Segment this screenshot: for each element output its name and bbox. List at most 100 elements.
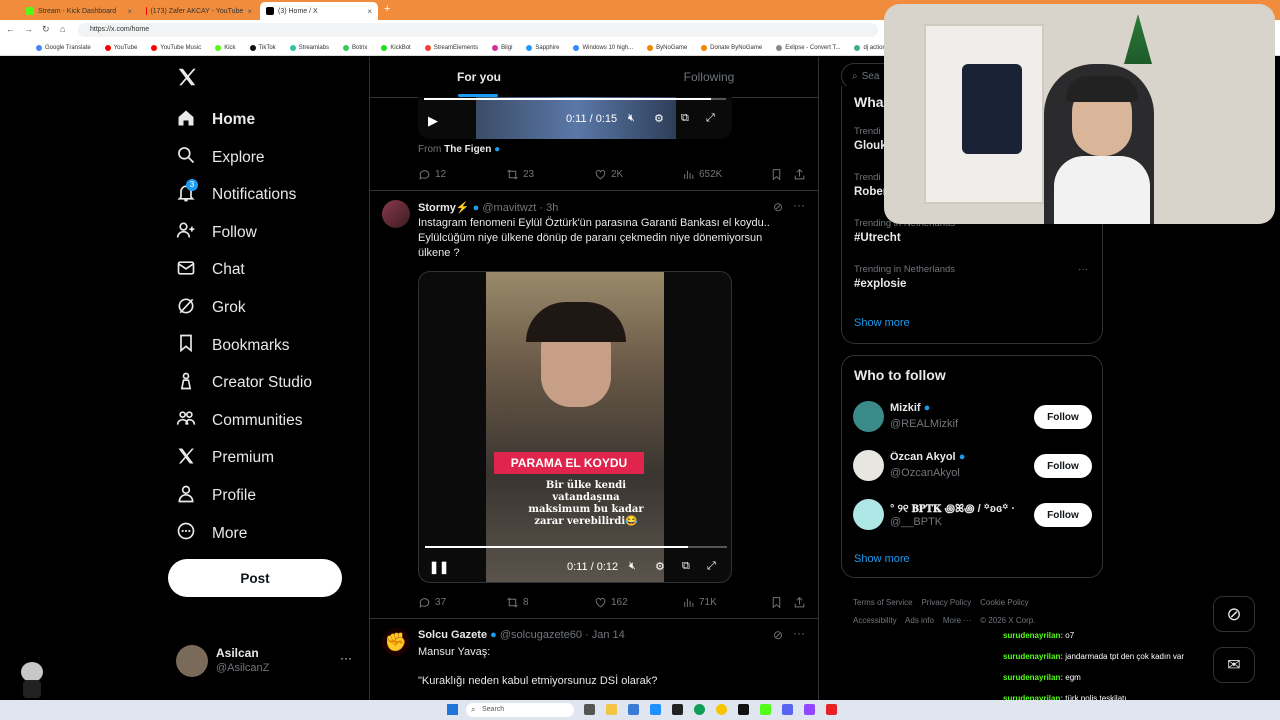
nav-item-premium[interactable]: Premium: [176, 443, 274, 473]
settings-icon[interactable]: ⚙︎: [654, 112, 664, 125]
forward-icon[interactable]: →: [24, 24, 33, 34]
reply-button[interactable]: 37: [418, 596, 446, 609]
prev-video-player[interactable]: ▶ 0:11 / 0:15 🔇︎ ⚙︎ ⧉ ⤢: [418, 97, 732, 139]
account-switcher[interactable]: Asilcan @AsilcanZ ···: [176, 643, 356, 679]
file-explorer-icon[interactable]: [606, 704, 617, 715]
reply-button[interactable]: 12: [418, 168, 446, 181]
discord-icon[interactable]: [782, 704, 793, 715]
post-author-handle[interactable]: @solcugazete60: [500, 629, 582, 641]
reload-icon[interactable]: ↻: [42, 24, 50, 35]
nav-item-grok[interactable]: Grok: [176, 293, 246, 323]
bookmark-item[interactable]: TikTok: [249, 44, 276, 51]
x-app-icon[interactable]: [738, 704, 749, 715]
bookmark-item[interactable]: Google Translate: [36, 44, 91, 51]
trend-more-icon[interactable]: ···: [1078, 264, 1088, 275]
bookmark-item[interactable]: Sapphire: [526, 44, 559, 51]
browser-tab-youtube[interactable]: (173) Zafer AKCAY - YouTube ×: [140, 2, 258, 20]
mute-icon[interactable]: 🔇︎: [628, 112, 635, 125]
share-button[interactable]: [793, 168, 806, 181]
nav-item-chat[interactable]: Chat: [176, 255, 245, 285]
pause-icon[interactable]: ❚❚: [429, 560, 449, 574]
pip-icon[interactable]: ⧉: [682, 560, 690, 573]
post-time[interactable]: · 3h: [539, 202, 558, 214]
like-button[interactable]: 162: [594, 596, 628, 609]
close-tab-icon[interactable]: ×: [127, 7, 132, 16]
pip-icon[interactable]: ⧉: [681, 112, 689, 125]
browser-tab-x[interactable]: (3) Home / X ×: [260, 2, 378, 20]
like-button[interactable]: 2K: [594, 168, 623, 181]
more-dots-icon[interactable]: ···: [340, 651, 352, 665]
views-button[interactable]: 652K: [682, 168, 722, 181]
app-icon[interactable]: [804, 704, 815, 715]
footer-link-accessibility[interactable]: Accessibility: [853, 616, 897, 625]
fullscreen-icon[interactable]: ⤢: [706, 112, 715, 125]
views-button[interactable]: 71K: [682, 596, 717, 609]
obs-icon[interactable]: [826, 704, 837, 715]
trend-item[interactable]: Trending in Netherlands#Utrecht···: [854, 218, 1092, 258]
footer-link-privacy[interactable]: Privacy Policy: [921, 598, 971, 607]
trends-show-more[interactable]: Show more: [854, 317, 910, 329]
follow-button[interactable]: Follow: [1034, 405, 1092, 429]
bookmark-item[interactable]: Donate ByNoGame: [701, 44, 762, 51]
post-button[interactable]: Post: [168, 559, 342, 597]
avatar[interactable]: [382, 200, 410, 228]
nav-item-follow[interactable]: Follow: [176, 218, 257, 248]
post-author-handle[interactable]: @mavitwzt: [482, 202, 536, 214]
follow-button[interactable]: Follow: [1034, 454, 1092, 478]
bookmark-item[interactable]: Windows 10 high...: [573, 44, 633, 51]
kick-app-icon[interactable]: [760, 704, 771, 715]
post-more-icon[interactable]: ···: [793, 626, 805, 640]
bookmark-button[interactable]: [770, 168, 783, 181]
bookmark-item[interactable]: Exlipse - Convert T...: [776, 44, 840, 51]
bookmark-item[interactable]: ByNoGame: [647, 44, 687, 51]
new-tab-icon[interactable]: +: [384, 3, 390, 15]
bookmark-item[interactable]: Streamlabs: [289, 44, 329, 51]
bookmark-item[interactable]: Bilgi: [492, 44, 512, 51]
footer-link-terms[interactable]: Terms of Service: [853, 598, 913, 607]
nav-item-more[interactable]: More: [176, 519, 247, 549]
bookmark-item[interactable]: YouTube: [104, 44, 137, 51]
follow-suggestion[interactable]: ° ୨୧ 𝐁𝐏𝐓𝐊 ꩜ꕤ꩜ / ꙳ʚ⁠ɞ꙳ · @__BPTK Follow: [842, 496, 1104, 536]
follow-suggestion[interactable]: Mizkif ● @REALMizkif Follow: [842, 398, 1104, 438]
fullscreen-icon[interactable]: ⤢: [707, 560, 716, 573]
from-name[interactable]: The Figen: [444, 144, 491, 155]
grok-float-icon[interactable]: ⊘: [1213, 596, 1255, 632]
app-icon[interactable]: [650, 704, 661, 715]
windows-start-icon[interactable]: [447, 704, 458, 715]
nav-item-communities[interactable]: Communities: [176, 406, 302, 436]
post-time[interactable]: · Jan 14: [585, 629, 625, 641]
chrome-icon[interactable]: [716, 704, 727, 715]
video-progress-track[interactable]: [425, 546, 727, 548]
nav-item-notifications[interactable]: 3 Notifications: [176, 178, 296, 210]
grok-icon[interactable]: ⊘: [773, 628, 783, 642]
messages-float-icon[interactable]: ✉: [1213, 647, 1255, 683]
bookmark-item[interactable]: StreamElements: [424, 44, 478, 51]
repost-button[interactable]: 8: [506, 596, 529, 609]
taskbar-search[interactable]: ⌕ Search: [466, 703, 574, 717]
bookmark-item[interactable]: Kick: [215, 44, 236, 51]
edge-icon[interactable]: [694, 704, 705, 715]
nav-item-profile[interactable]: Profile: [176, 481, 256, 511]
footer-link-cookies[interactable]: Cookie Policy: [980, 598, 1028, 607]
close-tab-icon[interactable]: ×: [247, 7, 252, 16]
repost-button[interactable]: 23: [506, 168, 534, 181]
trend-item[interactable]: Trending in Netherlands #explosie ···: [854, 264, 1092, 304]
follow-suggestion[interactable]: Özcan Akyol ● @OzcanAkyol Follow: [842, 447, 1104, 487]
back-icon[interactable]: ←: [6, 24, 15, 34]
grok-icon[interactable]: ⊘: [773, 200, 783, 214]
footer-link-more[interactable]: More ···: [943, 616, 971, 625]
bookmark-item[interactable]: YouTube Music: [151, 44, 201, 51]
video-progress-track[interactable]: [424, 98, 726, 100]
home-browser-icon[interactable]: ⌂: [60, 24, 65, 34]
task-view-icon[interactable]: [584, 704, 595, 715]
url-field[interactable]: https://x.com/home: [78, 23, 878, 37]
post-more-icon[interactable]: ···: [793, 198, 805, 212]
tab-following[interactable]: Following: [600, 57, 818, 97]
nav-item-home[interactable]: Home: [176, 105, 255, 135]
bookmark-item[interactable]: Botrix: [343, 44, 367, 51]
bookmark-button[interactable]: [770, 596, 783, 609]
x-logo-icon[interactable]: [176, 66, 198, 93]
follow-button[interactable]: Follow: [1034, 503, 1092, 527]
post-author-name[interactable]: Solcu Gazete: [418, 629, 487, 641]
tab-for-you[interactable]: For you: [370, 57, 588, 97]
